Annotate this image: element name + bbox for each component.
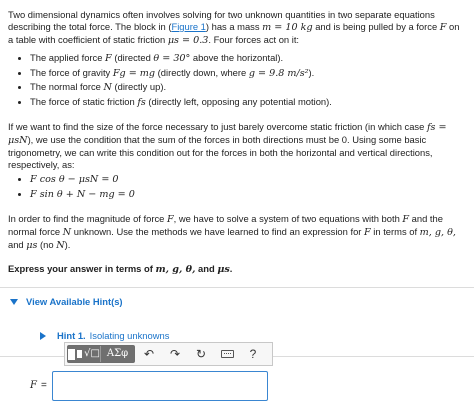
hint-1-title: Isolating unknowns — [89, 330, 170, 341]
hint-1-number: Hint 1. — [57, 330, 86, 341]
small-square-icon — [77, 350, 83, 358]
divider — [0, 287, 474, 288]
paragraph-text: and — [8, 239, 27, 250]
math-variable: m, g, θ, — [155, 264, 196, 275]
hints-toggle-label: View Available Hint(s) — [26, 296, 123, 307]
mass-expression: m = 10 kg — [262, 22, 313, 33]
force-text: The force of gravity — [30, 66, 113, 78]
math-variable: F — [364, 227, 371, 238]
paragraph-text: , we have to solve a system of two equat… — [173, 213, 403, 224]
force-item-applied: The applied force F (directed θ = 30° ab… — [30, 52, 466, 65]
reset-icon: ↻ — [195, 347, 207, 361]
triangle-down-icon — [10, 299, 18, 305]
greek-label: ΑΣφ — [106, 348, 129, 359]
equation-horizontal: F cos θ − μsN = 0 — [30, 173, 466, 186]
view-hints-toggle[interactable]: View Available Hint(s) — [8, 296, 466, 308]
math-variable: N — [62, 227, 72, 238]
paragraph-text: in terms of — [370, 226, 420, 237]
instructions-paragraph: In order to find the magnitude of force … — [8, 213, 466, 252]
intro-text-3: and is being pulled by a force — [312, 21, 440, 32]
forces-list: The applied force F (directed θ = 30° ab… — [8, 52, 466, 109]
math-variable: N — [56, 240, 65, 251]
equation-vertical: F sin θ + N − mg = 0 — [30, 188, 466, 201]
paragraph-text: (no — [37, 239, 57, 250]
problem-intro: Two dimensional dynamics often involves … — [8, 9, 466, 47]
triangle-right-icon — [40, 332, 46, 340]
intro-text-2: ) has a mass — [205, 21, 263, 32]
paragraph-text: In order to find the magnitude of force — [8, 213, 167, 224]
force-text: The normal force — [30, 81, 104, 92]
force-item-friction: The force of static friction fs (directl… — [30, 96, 466, 109]
force-text: The applied force — [30, 52, 106, 63]
paragraph-text: unknown. Use the methods we have learned… — [71, 226, 365, 237]
force-symbol: Fg = mg — [112, 67, 156, 79]
math-variable: μs — [26, 240, 38, 251]
express-text: . — [229, 263, 233, 274]
hint-1-toggle[interactable]: Hint 1. Isolating unknowns — [40, 330, 466, 342]
toolbar-template-group: √□ ΑΣφ — [67, 345, 135, 363]
answer-input[interactable] — [51, 371, 268, 401]
force-symbol: N — [103, 82, 112, 93]
math-variable: μs — [217, 264, 230, 275]
force-text: (directly up). — [111, 81, 167, 92]
friction-coefficient-expression: μs = 0.3 — [167, 35, 209, 46]
undo-icon: ↶ — [143, 347, 155, 361]
gravity-expression: g = 9.8 m/s² — [248, 67, 309, 79]
templates-button[interactable]: √□ — [68, 346, 101, 362]
force-text: (directly down, where — [155, 66, 249, 78]
math-toolbar: √□ ΑΣφ ↶ ↷ ↻ ? — [64, 342, 273, 366]
force-text: (directed — [111, 52, 154, 63]
answer-row: F = — [30, 371, 268, 401]
square-icon — [68, 348, 76, 360]
equations-list: F cos θ − μsN = 0 F sin θ + N − mg = 0 — [8, 173, 466, 201]
help-icon: ? — [249, 347, 257, 361]
express-instruction: Express your answer in terms of m, g, θ,… — [8, 263, 466, 276]
math-variable: m, g, θ, — [419, 227, 456, 238]
help-button[interactable]: ? — [241, 345, 265, 363]
math-variable: F — [166, 214, 174, 225]
templates-label: √□ — [84, 348, 100, 359]
force-item-normal: The normal force N (directly up). — [30, 81, 466, 94]
figure-link[interactable]: Figure 1 — [171, 21, 205, 32]
angle-expression: θ = 30° — [153, 53, 191, 64]
intro-text-5: . Four forces act on it: — [208, 34, 300, 45]
express-text: Express your answer in terms of — [8, 263, 156, 274]
greek-symbols-button[interactable]: ΑΣφ — [101, 346, 134, 362]
force-text: ). — [308, 66, 315, 78]
redo-icon: ↷ — [169, 347, 181, 361]
force-text: (directly left, opposing any potential m… — [145, 95, 332, 107]
paragraph-text: If we want to find the size of the force… — [8, 121, 427, 132]
answer-label: F — [30, 380, 37, 391]
force-item-gravity: The force of gravity Fg = mg (directly d… — [30, 67, 466, 80]
force-symbol: F — [105, 53, 112, 64]
conditions-paragraph: If we want to find the size of the force… — [8, 121, 466, 171]
force-text: The force of static friction — [30, 95, 138, 107]
force-text: above the horizontal). — [190, 52, 284, 63]
force-symbol: fs — [137, 96, 146, 108]
answer-equals: = — [40, 380, 47, 391]
redo-button[interactable]: ↷ — [163, 345, 187, 363]
express-text: and — [195, 263, 218, 274]
keyboard-icon — [220, 350, 234, 358]
reset-button[interactable]: ↻ — [189, 345, 213, 363]
undo-button[interactable]: ↶ — [137, 345, 161, 363]
paragraph-text: ), we use the condition that the sum of … — [8, 134, 433, 170]
paragraph-text: ). — [64, 239, 71, 250]
equation-text: F sin θ + N − mg = 0 — [30, 188, 135, 200]
keyboard-button[interactable] — [215, 345, 239, 363]
equation-text: F cos θ − μsN = 0 — [30, 174, 119, 185]
